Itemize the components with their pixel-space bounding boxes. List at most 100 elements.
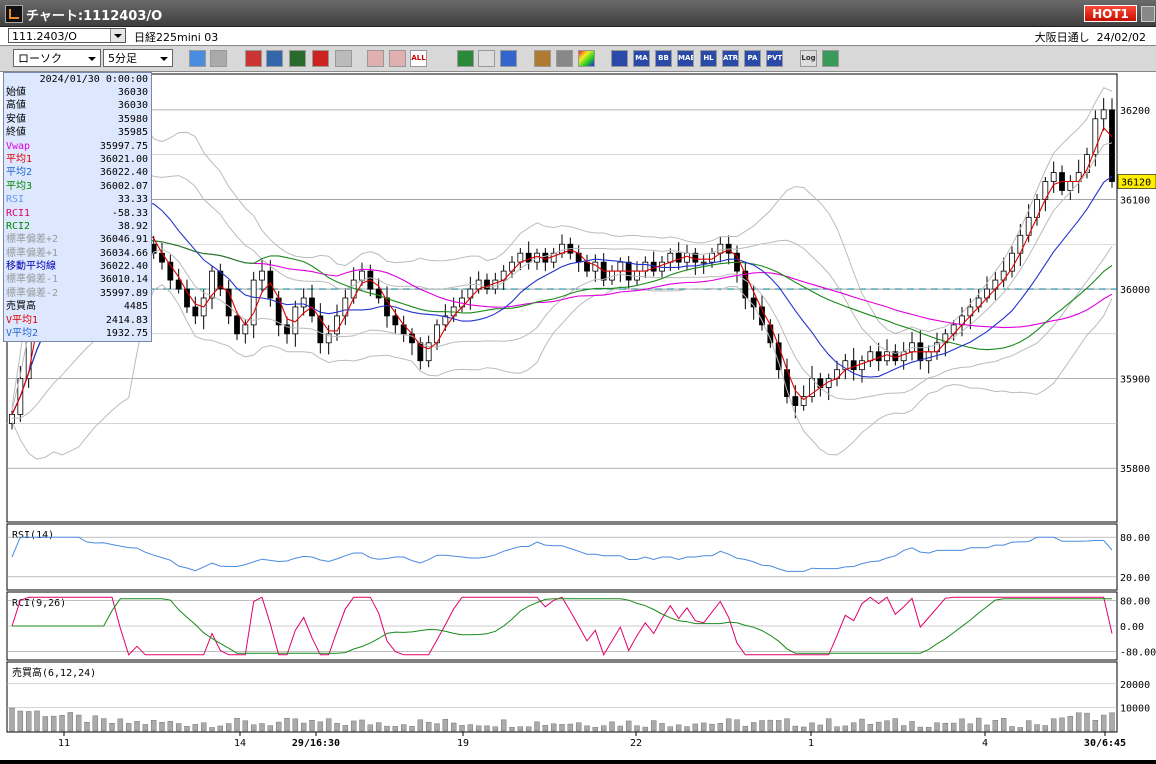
- rci-tick-label: 0.00: [1120, 622, 1144, 633]
- x-axis-label: 29/16:30: [292, 738, 340, 749]
- volume-bar: [92, 715, 99, 732]
- select-icon[interactable]: [478, 50, 495, 67]
- volume-bar: [909, 721, 915, 732]
- volume-tick-label: 20000: [1120, 680, 1150, 691]
- bar-icon[interactable]: [289, 50, 306, 67]
- volume-title: 売買高(6,12,24): [12, 666, 96, 679]
- price-tick-label: 36100: [1120, 195, 1150, 206]
- pointer-icon[interactable]: [245, 50, 262, 67]
- volume-bar: [184, 725, 190, 732]
- data-row-value: 35985: [117, 127, 148, 139]
- atr-button[interactable]: ATR: [722, 50, 739, 67]
- color-icon[interactable]: [578, 50, 595, 67]
- cursor-line-icon[interactable]: [210, 50, 227, 67]
- volume-bar: [350, 720, 357, 732]
- volume-bar: [967, 723, 974, 732]
- volume-bar: [84, 722, 90, 732]
- x-axis-label: 19: [457, 738, 469, 749]
- volume-bar: [192, 724, 199, 732]
- candle-down: [409, 333, 415, 344]
- volume-bar: [309, 720, 315, 732]
- data-row-key: RSI: [6, 194, 25, 206]
- compare-icon[interactable]: [312, 50, 329, 67]
- data-row-value: 36034.66: [99, 247, 148, 259]
- hl-button[interactable]: HL: [700, 50, 717, 67]
- volume-bar: [1075, 712, 1082, 732]
- volume-bar: [359, 719, 365, 732]
- pvt-button[interactable]: PVT: [766, 50, 783, 67]
- data-row-key: V平均2: [6, 328, 39, 340]
- chevron-down-icon[interactable]: [110, 29, 125, 42]
- volume-bar: [175, 723, 182, 732]
- wrench-icon[interactable]: [556, 50, 573, 67]
- volume-bar: [267, 725, 274, 732]
- data-window: 2024/01/30 0:00:00 始値 36030 高値 36030 安値 35980…: [3, 72, 152, 342]
- volume-bar: [634, 725, 640, 732]
- window-scroll-button[interactable]: [1141, 6, 1155, 22]
- rsi-tick-label: 20.00: [1120, 573, 1150, 584]
- data-row-key: 安値: [6, 113, 26, 125]
- volume-bar: [242, 720, 249, 732]
- data-row-key: 平均1: [6, 153, 33, 165]
- volume-bar: [584, 725, 590, 732]
- symbol-code-select[interactable]: 111.2403/O: [8, 28, 126, 43]
- price-tick-label: 35900: [1120, 375, 1150, 386]
- chart-type-select[interactable]: ローソク: [13, 49, 101, 67]
- candle-down: [792, 396, 799, 406]
- volume-bar: [117, 718, 124, 732]
- grid-view-icon[interactable]: [611, 50, 628, 67]
- help-icon[interactable]: [266, 50, 283, 67]
- candle-right-icon[interactable]: [389, 50, 406, 67]
- candle-down: [875, 351, 882, 362]
- scale-icon[interactable]: [335, 50, 352, 67]
- ma-button[interactable]: MA: [633, 50, 650, 67]
- volume-bar: [250, 724, 257, 732]
- volume-bar: [1009, 726, 1015, 732]
- volume-bar: [1050, 718, 1057, 732]
- grid-icon[interactable]: [534, 50, 551, 67]
- zoom-icon[interactable]: [189, 50, 206, 67]
- candle-up: [259, 270, 265, 281]
- log-button[interactable]: Log: [800, 50, 817, 67]
- data-row-key: Vwap: [6, 140, 31, 152]
- chart-app-icon: [5, 5, 23, 23]
- volume-bar: [709, 723, 715, 732]
- chart-area: 36200 36100 36000 35900 35800 36120 RSI(14) 80.…: [0, 72, 1156, 760]
- chart-svg[interactable]: 36200 36100 36000 35900 35800 36120 RSI(14) 80.…: [0, 72, 1156, 760]
- price-tick-label: 36200: [1120, 106, 1150, 117]
- period-select[interactable]: 5分足: [103, 49, 173, 67]
- volume-tick-label: 10000: [1120, 703, 1150, 714]
- volume-bar: [917, 726, 924, 732]
- volume-bar: [975, 717, 982, 732]
- volume-bar: [442, 719, 449, 732]
- volume-bar: [425, 722, 432, 732]
- volume-bar: [867, 724, 874, 732]
- data-row: 始値 36030: [4, 86, 151, 99]
- volume-bar: [67, 712, 74, 732]
- volume-bar: [492, 726, 499, 732]
- hot-button[interactable]: HOT1: [1084, 5, 1137, 22]
- candle-down: [192, 306, 199, 317]
- candle-left-icon[interactable]: [367, 50, 384, 67]
- data-row-key: 売買高: [6, 301, 36, 313]
- volume-bar: [667, 726, 674, 732]
- volume-bar: [375, 722, 382, 732]
- data-row: 高値 36030: [4, 99, 151, 112]
- bookmark-icon[interactable]: [822, 50, 839, 67]
- volume-bar: [500, 719, 507, 732]
- para-button[interactable]: PA RA: [744, 50, 761, 67]
- all-button[interactable]: ALL: [410, 50, 427, 67]
- volume-bar: [384, 725, 390, 732]
- volume-bar: [1059, 717, 1065, 732]
- candle-down: [392, 315, 399, 326]
- candle-up: [900, 351, 907, 362]
- data-row-value: 38.92: [117, 220, 148, 232]
- volume-bar: [509, 727, 515, 732]
- undo-icon[interactable]: [500, 50, 517, 67]
- volume-bar: [575, 722, 582, 732]
- data-row-key: V平均1: [6, 314, 39, 326]
- volume-bar: [734, 719, 740, 732]
- line-draw-icon[interactable]: [457, 50, 474, 67]
- bb-button[interactable]: BB: [655, 50, 672, 67]
- mae-button[interactable]: MAE: [677, 50, 694, 67]
